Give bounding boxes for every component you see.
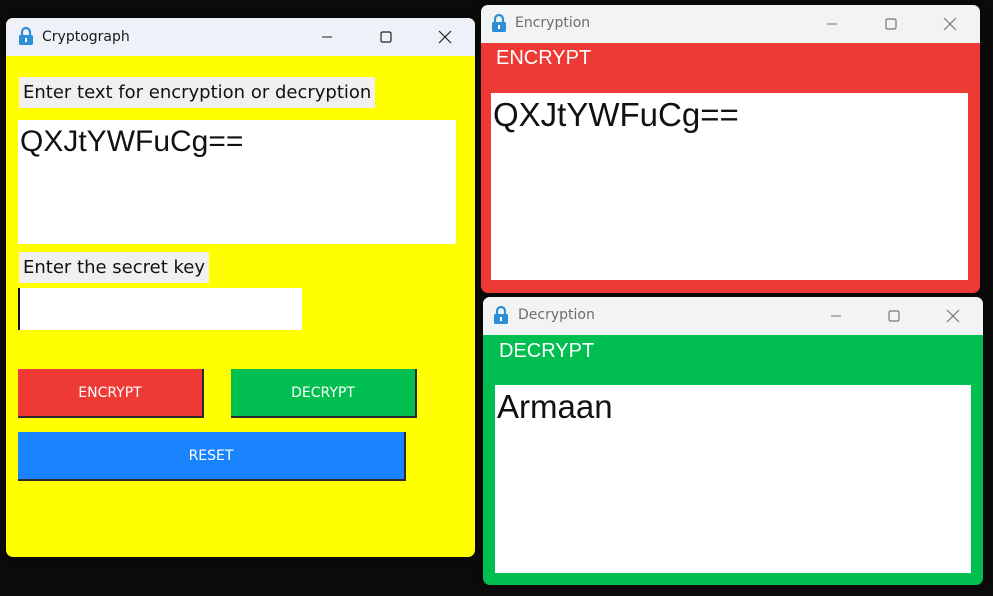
minimize-icon[interactable] <box>821 13 843 35</box>
title-bar[interactable]: Encryption <box>481 5 980 43</box>
maximize-icon[interactable] <box>883 305 905 327</box>
encryption-window: Encryption ENCRYPT QXJtYWFuCg== <box>481 5 980 293</box>
maximize-icon[interactable] <box>880 13 902 35</box>
encrypt-button[interactable]: ENCRYPT <box>18 369 204 418</box>
title-bar[interactable]: Cryptograph <box>6 18 475 56</box>
lock-icon <box>491 13 507 33</box>
window-title: Cryptograph <box>42 29 130 45</box>
close-icon[interactable] <box>434 26 456 48</box>
decryption-output: Armaan <box>495 385 971 573</box>
encryption-output: QXJtYWFuCg== <box>491 93 968 280</box>
lock-icon <box>493 305 509 325</box>
input-textarea[interactable]: QXJtYWFuCg== <box>18 120 456 244</box>
key-label: Enter the secret key <box>19 252 210 283</box>
cryptograph-window: Cryptograph Enter text for encryption or… <box>6 18 475 557</box>
maximize-icon[interactable] <box>375 26 397 48</box>
close-icon[interactable] <box>942 305 964 327</box>
window-title: Decryption <box>518 307 595 323</box>
minimize-icon[interactable] <box>316 26 338 48</box>
reset-button[interactable]: RESET <box>18 432 406 481</box>
decrypt-button[interactable]: DECRYPT <box>231 369 417 418</box>
close-icon[interactable] <box>939 13 961 35</box>
secret-key-input[interactable] <box>18 288 302 330</box>
decrypt-header: DECRYPT <box>499 340 595 362</box>
minimize-icon[interactable] <box>825 305 847 327</box>
decryption-window: Decryption DECRYPT Armaan <box>483 297 983 585</box>
encrypt-header: ENCRYPT <box>496 47 592 69</box>
lock-icon <box>18 26 34 46</box>
title-bar[interactable]: Decryption <box>483 297 983 335</box>
window-title: Encryption <box>515 15 591 31</box>
input-label: Enter text for encryption or decryption <box>19 77 376 108</box>
